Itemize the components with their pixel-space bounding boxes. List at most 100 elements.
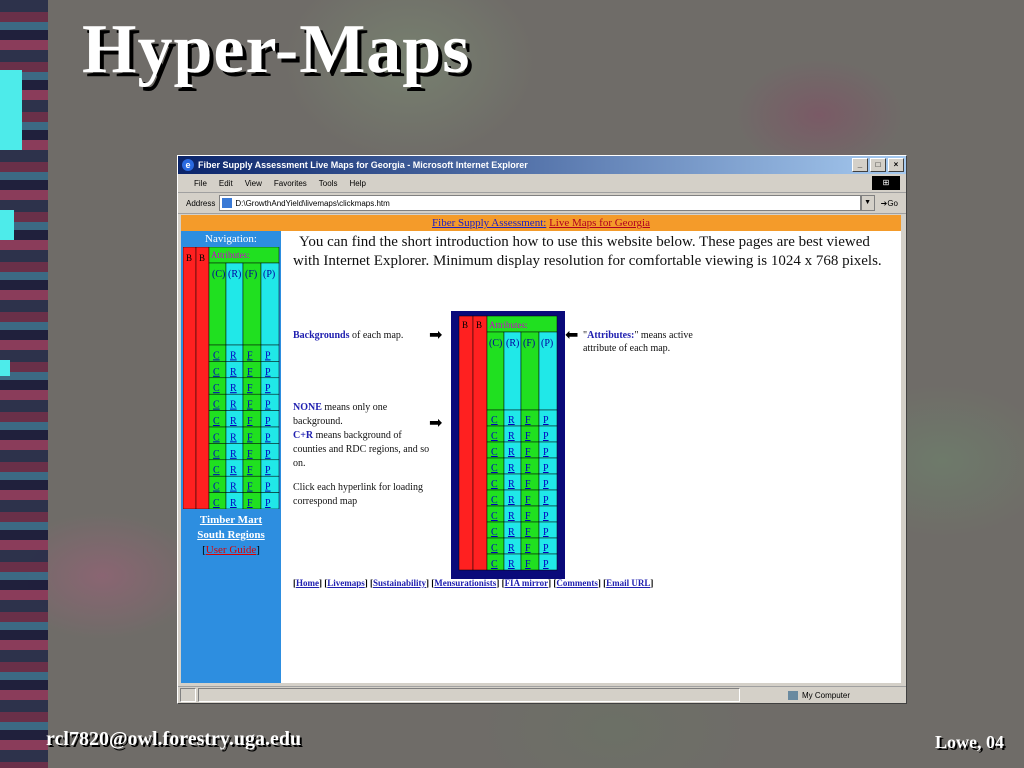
minimize-button[interactable]: _ — [852, 158, 868, 172]
bottom-link-home[interactable]: Home — [296, 578, 319, 588]
grid-cell-label: R — [508, 559, 515, 570]
left-notes: Backgrounds of each map. NONE means only… — [293, 329, 433, 509]
grid-cell-label: P — [265, 367, 271, 378]
grid-cell-label: P — [265, 416, 271, 427]
grid-cell-label: R — [508, 463, 515, 474]
grid-cell-label: F — [247, 465, 253, 476]
bottom-link-fia-mirror[interactable]: FIA mirror — [505, 578, 549, 588]
nav-link-south-regions[interactable]: South Regions — [181, 528, 281, 543]
footer-author: Lowe, 04 — [935, 732, 1004, 752]
grid-cell-label: C — [491, 447, 498, 458]
note-none: NONE means only one background. — [293, 401, 433, 429]
grid-cell-label: R — [230, 400, 237, 411]
grid-cell-label: F — [525, 527, 531, 538]
banner-link-livemaps[interactable]: Live Maps for Georgia — [549, 217, 650, 229]
demo-grid-svg[interactable]: Attributes: B B (C) (R) (F) (P) C R F PC R F P… — [451, 311, 565, 579]
grid-cell-label: C — [491, 543, 498, 554]
grid-cell-label: R — [508, 415, 515, 426]
grid-cell-label: F — [525, 559, 531, 570]
grid-cell-label: P — [543, 463, 549, 474]
bottom-link-comments[interactable]: Comments — [556, 578, 598, 588]
maximize-button[interactable]: □ — [870, 158, 886, 172]
grid-cell-label: C — [213, 416, 220, 427]
grid-cell-label: P — [543, 447, 549, 458]
grid-cell-label: P — [543, 415, 549, 426]
address-dropdown-button[interactable]: ▼ — [860, 195, 875, 211]
grid-cell-label: F — [247, 416, 253, 427]
browser-window: e Fiber Supply Assessment Live Maps for … — [177, 155, 907, 704]
grid-cell-label: P — [265, 383, 271, 394]
grid-cell-label: C — [491, 511, 498, 522]
menu-view[interactable]: View — [245, 179, 262, 188]
grid-cell-label: P — [543, 431, 549, 442]
grid-cell-label: P — [543, 543, 549, 554]
note-cr: C+R means background of counties and RDC… — [293, 429, 433, 471]
note-attr-term: Attributes: — [587, 330, 635, 341]
windows-logo-icon: ⊞ — [872, 176, 900, 190]
grid-cell-label: F — [525, 447, 531, 458]
menu-edit[interactable]: Edit — [219, 179, 233, 188]
banner-link-fiber[interactable]: Fiber Supply Assessment: — [432, 217, 546, 229]
status-zone-label: My Computer — [802, 690, 851, 700]
window-titlebar: e Fiber Supply Assessment Live Maps for … — [178, 156, 906, 174]
grid-cell-label: R — [508, 543, 515, 554]
window-title: Fiber Supply Assessment Live Maps for Ge… — [198, 160, 528, 170]
grid-cell-label: F — [525, 479, 531, 490]
grid-cell-label: P — [543, 511, 549, 522]
nav-link-timber-mart[interactable]: Timber Mart — [181, 513, 281, 528]
grid-cell-label: P — [543, 479, 549, 490]
grid-cell-label: C — [213, 367, 220, 378]
menu-help[interactable]: Help — [349, 179, 365, 188]
address-input[interactable]: D:\GrowthAndYield\livemaps\clickmaps.htm — [219, 195, 861, 211]
page-banner: Fiber Supply Assessment: Live Maps for G… — [181, 215, 901, 231]
grid-cell-label: P — [265, 400, 271, 411]
nav-grid-svg[interactable]: Attributes: B B (C) (R) (F) (P) C R F PC R F P… — [182, 246, 281, 510]
page-icon — [222, 198, 233, 208]
svg-text:(R): (R) — [506, 338, 519, 349]
grid-cell-label: C — [213, 400, 220, 411]
bottom-link-sustainability[interactable]: Sustainability — [373, 578, 426, 588]
menu-favorites[interactable]: Favorites — [274, 179, 307, 188]
go-label: Go — [887, 198, 898, 208]
note-none-term: NONE — [293, 402, 322, 413]
bottom-link-livemaps[interactable]: Livemaps — [327, 578, 365, 588]
grid-cell-label: R — [230, 498, 237, 509]
grid-cell-label: C — [491, 479, 498, 490]
grid-cell-label: F — [525, 543, 531, 554]
grid-cell-label: R — [230, 416, 237, 427]
grid-cell-label: R — [508, 495, 515, 506]
svg-text:B: B — [462, 320, 468, 330]
note-backgrounds-term: Backgrounds — [293, 330, 350, 341]
right-note: "Attributes:" means active attribute of … — [583, 330, 693, 354]
grid-cell-label: P — [265, 498, 271, 509]
bottom-link-email-url[interactable]: Email URL — [606, 578, 650, 588]
grid-cell-label: R — [230, 383, 237, 394]
arrow-left-icon: ⬅ — [565, 325, 579, 344]
grid-cell-label: F — [525, 511, 531, 522]
grid-cell-label: C — [213, 350, 220, 361]
bottom-link-mensurationists[interactable]: Mensurationists — [434, 578, 496, 588]
svg-text:(P): (P) — [263, 269, 275, 280]
grid-cell-label: F — [247, 482, 253, 493]
grid-cell-label: C — [213, 498, 220, 509]
svg-text:(R): (R) — [228, 269, 241, 280]
menu-file[interactable]: File — [194, 179, 207, 188]
grid-cell-label: P — [265, 432, 271, 443]
grid-cell-label: F — [525, 415, 531, 426]
grid-cell-label: C — [491, 559, 498, 570]
grid-cell-label: F — [247, 350, 253, 361]
go-button[interactable]: ➔Go — [881, 199, 898, 208]
grid-cell-label: F — [247, 432, 253, 443]
grid-cell-label: R — [230, 449, 237, 460]
user-guide-wrap: [User Guide] — [202, 544, 260, 556]
nav-links: Timber Mart South Regions [User Guide] — [181, 513, 281, 558]
svg-text:B: B — [476, 320, 482, 330]
close-button[interactable]: × — [888, 158, 904, 172]
grid-cell-label: F — [525, 495, 531, 506]
grid-cell-label: C — [491, 431, 498, 442]
svg-text:Attributes:: Attributes: — [211, 250, 250, 260]
svg-text:(P): (P) — [541, 338, 553, 349]
grid-cell-label: F — [247, 367, 253, 378]
nav-link-user-guide[interactable]: User Guide — [206, 544, 256, 556]
menu-tools[interactable]: Tools — [319, 179, 338, 188]
